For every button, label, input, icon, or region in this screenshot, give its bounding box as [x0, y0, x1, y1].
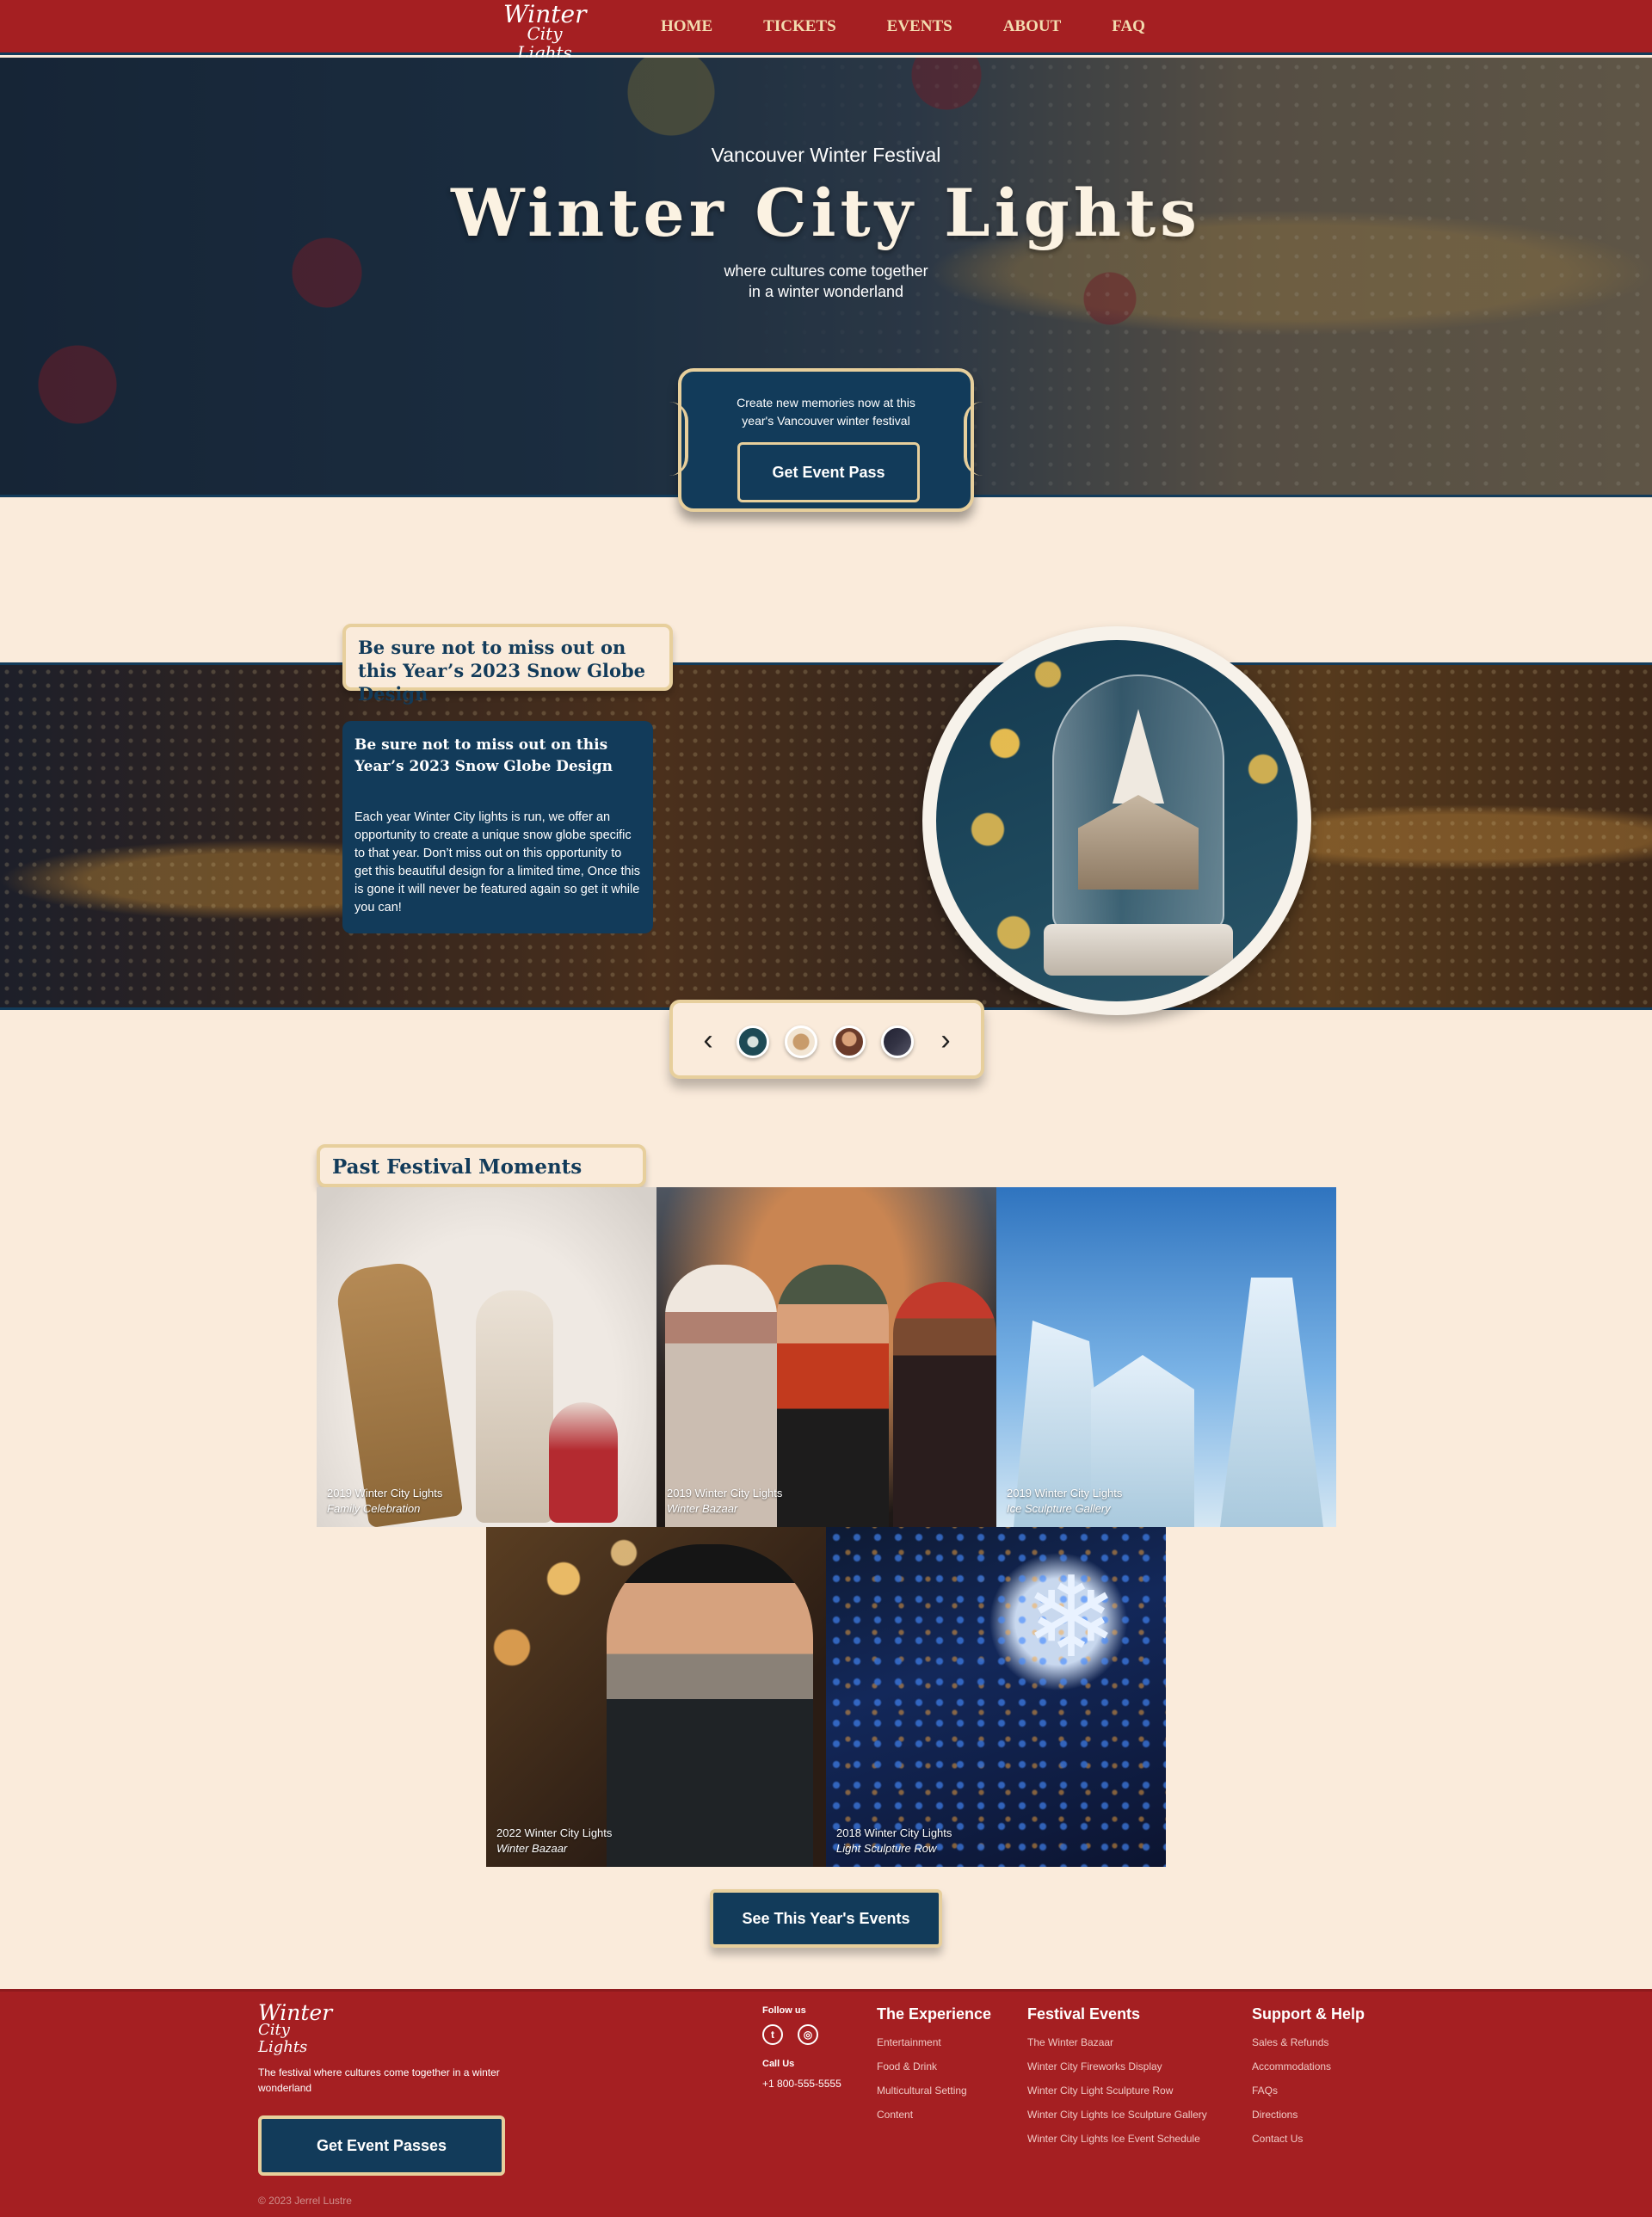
globe-base [1044, 924, 1233, 976]
site-footer: Winter City Lights The festival where cu… [0, 1989, 1652, 2217]
photo-name: Winter Bazaar [667, 1502, 738, 1515]
top-nav: Winter City Lights HOME TICKETS EVENTS A… [0, 0, 1652, 63]
chevron-left-icon[interactable]: ‹ [695, 1024, 721, 1056]
ticket-text-line-1: Create new memories now at this [737, 396, 915, 410]
past-moments-title: Past Festival Moments [317, 1144, 646, 1187]
photo-year: 2022 Winter City Lights [496, 1826, 613, 1839]
snow-globe-info-card: Be sure not to miss out on this Year’s 2… [342, 721, 653, 933]
footer-link[interactable]: Contact Us [1252, 2133, 1365, 2145]
gallery-photo[interactable]: 2022 Winter City Lights Winter Bazaar [486, 1527, 826, 1867]
info-card-title: Be sure not to miss out on this Year’s 2… [354, 736, 613, 775]
get-event-passes-button[interactable]: Get Event Passes [258, 2115, 505, 2176]
phone-number[interactable]: +1 800-555-5555 [762, 2078, 841, 2090]
event-pass-ticket: Create new memories now at this year's V… [678, 368, 974, 512]
hero-kicker: Vancouver Winter Festival [711, 144, 941, 166]
footer-column-title: Festival Events [1027, 2005, 1141, 2023]
photo-year: 2019 Winter City Lights [667, 1487, 783, 1500]
photo-year: 2019 Winter City Lights [327, 1487, 443, 1500]
photo-figure [777, 1265, 889, 1527]
snow-globe-tag: Be sure not to miss out on this Year’s 2… [342, 624, 673, 705]
photo-caption: 2019 Winter City Lights Family Celebrati… [327, 1486, 442, 1517]
photo-caption: 2018 Winter City Lights Light Sculpture … [836, 1826, 952, 1857]
gallery-photo[interactable]: ❄ 2018 Winter City Lights Light Sculptur… [826, 1527, 1166, 1867]
footer-column-title: Support & Help [1252, 2005, 1365, 2023]
gallery-photo[interactable]: 2019 Winter City Lights Family Celebrati… [317, 1187, 656, 1527]
photo-figure [549, 1402, 618, 1523]
photo-ice-sculpture [1220, 1278, 1323, 1527]
footer-column-experience: The Experience Entertainment Food & Drin… [877, 2005, 991, 2133]
footer-link[interactable]: The Winter Bazaar [1027, 2036, 1207, 2048]
footer-link[interactable]: Entertainment [877, 2036, 991, 2048]
hero-subtitle: where cultures come together in a winter… [0, 261, 1652, 302]
footer-column-title: The Experience [877, 2005, 992, 2023]
footer-link[interactable]: FAQs [1252, 2085, 1365, 2097]
hero-subtitle-line-2: in a winter wonderland [748, 283, 904, 300]
footer-column-support: Support & Help Sales & Refunds Accommoda… [1252, 2005, 1365, 2157]
photo-year: 2019 Winter City Lights [1007, 1487, 1123, 1500]
photo-name: Ice Sculpture Gallery [1007, 1502, 1111, 1515]
footer-link[interactable]: Winter City Light Sculpture Row [1027, 2085, 1207, 2097]
ticket-text-line-2: year's Vancouver winter festival [742, 414, 910, 428]
gallery-photo[interactable]: 2019 Winter City Lights Winter Bazaar [656, 1187, 996, 1527]
snow-globe-image [922, 626, 1311, 1015]
snowflake-icon: ❄ [1024, 1555, 1119, 1680]
band-overlay [0, 665, 1652, 1007]
photo-caption: 2019 Winter City Lights Ice Sculpture Ga… [1007, 1486, 1122, 1517]
site-logo[interactable]: Winter City Lights [503, 0, 587, 63]
photo-name: Winter Bazaar [496, 1842, 568, 1855]
footer-link[interactable]: Directions [1252, 2109, 1365, 2121]
gallery-photo[interactable]: 2019 Winter City Lights Ice Sculpture Ga… [996, 1187, 1336, 1527]
footer-link[interactable]: Winter City Fireworks Display [1027, 2060, 1207, 2072]
photo-caption: 2019 Winter City Lights Winter Bazaar [667, 1486, 782, 1517]
photo-figure [893, 1282, 996, 1527]
nav-item-home[interactable]: HOME [661, 17, 712, 36]
footer-tagline: The festival where cultures come togethe… [258, 2066, 500, 2094]
nav-item-faq[interactable]: FAQ [1112, 17, 1145, 36]
instagram-icon[interactable]: ◎ [798, 2024, 818, 2045]
info-card-text: Each year Winter City lights is run, we … [354, 810, 641, 915]
logo-line-1: Winter [503, 0, 587, 28]
get-event-pass-button[interactable]: Get Event Pass [737, 442, 920, 502]
ticket-text: Create new memories now at this year's V… [681, 394, 971, 430]
photo-figure [607, 1544, 813, 1867]
footer-link[interactable]: Winter City Lights Ice Event Schedule [1027, 2133, 1207, 2145]
footer-logo-line-1: Winter [258, 2000, 333, 2025]
carousel-thumb-1[interactable] [737, 1025, 769, 1058]
snow-globe-photo [936, 640, 1298, 1001]
hero-title: Winter City Lights [451, 175, 1201, 251]
copyright: © 2023 Jerrel Lustre [258, 2195, 352, 2207]
photo-year: 2018 Winter City Lights [836, 1826, 952, 1839]
hero-subtitle-line-1: where cultures come together [724, 262, 928, 280]
carousel-thumb-3[interactable] [833, 1025, 866, 1058]
footer-link[interactable]: Accommodations [1252, 2060, 1365, 2072]
nav-item-events[interactable]: EVENTS [887, 17, 952, 36]
logo-line-2: City Lights [517, 23, 572, 63]
footer-link[interactable]: Multicultural Setting [877, 2085, 991, 2097]
carousel-thumb-2[interactable] [785, 1025, 817, 1058]
photo-caption: 2022 Winter City Lights Winter Bazaar [496, 1826, 612, 1857]
footer-link[interactable]: Sales & Refunds [1252, 2036, 1365, 2048]
footer-link[interactable]: Content [877, 2109, 991, 2121]
nav-menu: HOME TICKETS EVENTS ABOUT FAQ [661, 17, 1196, 36]
see-events-button[interactable]: See This Year's Events [710, 1889, 942, 1948]
carousel-thumb-4[interactable] [881, 1025, 914, 1058]
photo-name: Light Sculpture Row [836, 1842, 937, 1855]
footer-link[interactable]: Winter City Lights Ice Sculpture Gallery [1027, 2109, 1207, 2121]
footer-link[interactable]: Food & Drink [877, 2060, 991, 2072]
photo-name: Family Celebration [327, 1502, 421, 1515]
footer-logo-line-2: City Lights [258, 2021, 308, 2056]
footer-logo[interactable]: Winter City Lights [258, 2000, 336, 2056]
photo-figure [476, 1290, 553, 1523]
image-carousel-controls: ‹ › [669, 1000, 984, 1079]
follow-us-label: Follow us [762, 2005, 806, 2016]
chevron-right-icon[interactable]: › [933, 1024, 959, 1056]
nav-item-tickets[interactable]: TICKETS [763, 17, 835, 36]
nav-item-about[interactable]: ABOUT [1003, 17, 1062, 36]
call-us-label: Call Us [762, 2059, 795, 2069]
twitter-icon[interactable]: t [762, 2024, 783, 2045]
footer-column-events: Festival Events The Winter Bazaar Winter… [1027, 2005, 1207, 2157]
snow-globe-section [0, 662, 1652, 1010]
